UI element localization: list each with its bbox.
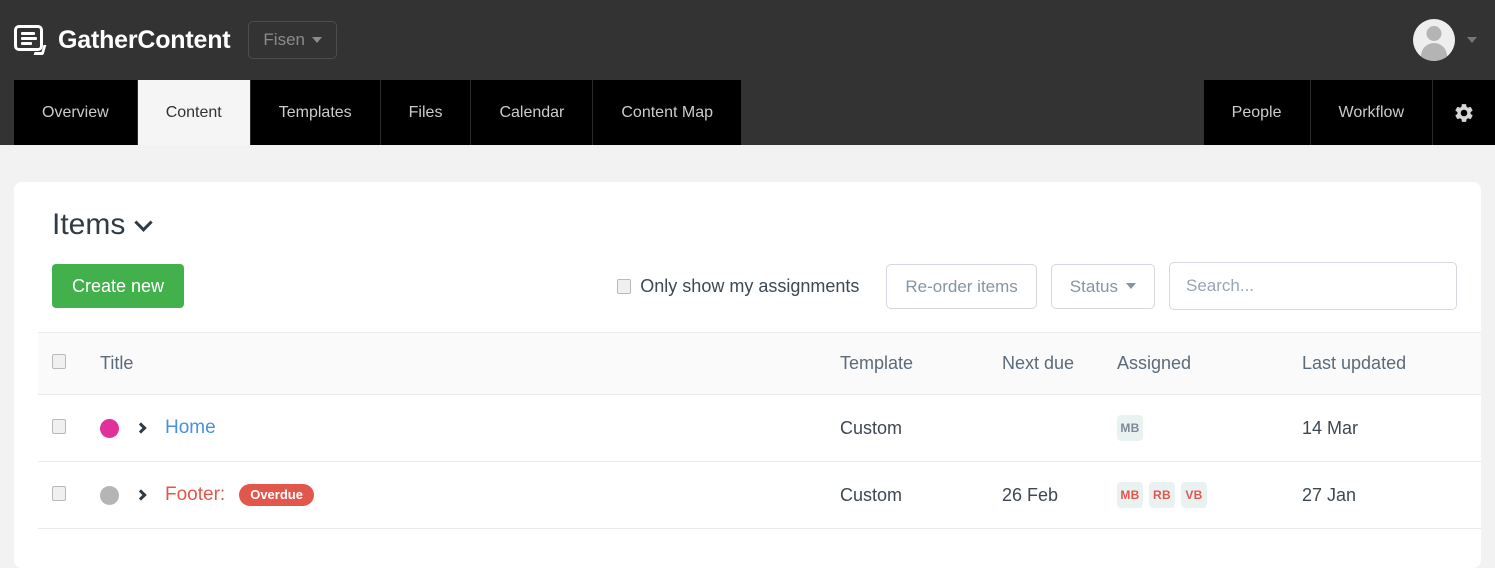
item-title-link[interactable]: Home xyxy=(165,417,216,439)
row-assigned-cell: MB xyxy=(1117,394,1302,462)
items-table-header: Title Template Next due Assigned Last up… xyxy=(38,332,1481,395)
row-title-cell: Home xyxy=(100,394,840,462)
status-filter-label: Status xyxy=(1069,276,1118,296)
gathercontent-logo-icon xyxy=(14,24,47,56)
nav-tab-settings[interactable] xyxy=(1433,80,1495,145)
status-dot xyxy=(100,485,119,505)
table-row[interactable]: Footer: Overdue Custom 26 Feb MB RB VB 2… xyxy=(38,461,1481,529)
nav-tab-templates[interactable]: Templates xyxy=(250,80,381,145)
brand-name: GatherContent xyxy=(58,25,231,54)
assignee-avatar[interactable]: VB xyxy=(1181,482,1207,508)
chevron-right-icon[interactable] xyxy=(135,489,147,501)
reorder-items-label: Re-order items xyxy=(905,276,1018,296)
nav-tab-calendar[interactable]: Calendar xyxy=(471,80,594,145)
column-header-title[interactable]: Title xyxy=(100,332,840,395)
row-select-cell xyxy=(38,461,100,529)
account-area xyxy=(1413,19,1477,61)
table-row[interactable]: Home Custom MB 14 Mar xyxy=(38,394,1481,462)
status-dot xyxy=(100,418,119,438)
chevron-down-icon xyxy=(134,212,154,232)
page-title: Items xyxy=(52,208,126,241)
table-header-row: Title Template Next due Assigned Last up… xyxy=(38,332,1481,395)
chevron-right-icon[interactable] xyxy=(135,422,147,434)
row-checkbox[interactable] xyxy=(52,418,66,434)
only-my-assignments-label[interactable]: Only show my assignments xyxy=(640,276,859,297)
primary-nav-group: Overview Content Templates Files Calenda… xyxy=(14,80,741,145)
create-new-button[interactable]: Create new xyxy=(52,264,185,308)
search-input[interactable] xyxy=(1169,262,1457,310)
user-avatar-icon[interactable] xyxy=(1413,19,1455,61)
nav-tab-overview[interactable]: Overview xyxy=(14,80,138,145)
row-title-cell: Footer: Overdue xyxy=(100,461,840,529)
reorder-items-button[interactable]: Re-order items xyxy=(886,263,1037,309)
item-title-link[interactable]: Footer: xyxy=(165,484,225,506)
status-filter-button[interactable]: Status xyxy=(1050,263,1155,309)
nav-tab-files[interactable]: Files xyxy=(380,80,472,145)
project-switcher-label: Fisen xyxy=(263,30,305,49)
nav-tab-workflow[interactable]: Workflow xyxy=(1310,80,1433,145)
nav-tab-people[interactable]: People xyxy=(1203,80,1311,145)
page-content-area: Items Create new Only show my assignment… xyxy=(0,145,1495,568)
select-all-header xyxy=(38,332,100,395)
account-menu-caret-icon[interactable] xyxy=(1467,37,1477,43)
row-template-cell: Custom xyxy=(840,461,1002,529)
items-toolbar: Create new Only show my assignments Re-o… xyxy=(38,240,1457,310)
assignee-avatar[interactable]: MB xyxy=(1117,415,1143,441)
row-template-cell: Custom xyxy=(840,394,1002,462)
caret-down-icon xyxy=(311,37,322,43)
row-select-cell xyxy=(38,394,100,462)
items-table-body: Home Custom MB 14 Mar Footer: Overdue Cu… xyxy=(38,394,1481,529)
row-last-updated-cell: 27 Jan xyxy=(1302,461,1481,529)
row-last-updated-cell: 14 Mar xyxy=(1302,394,1481,462)
column-header-next-due[interactable]: Next due xyxy=(1002,332,1117,395)
project-switcher-button[interactable]: Fisen xyxy=(248,21,337,59)
nav-tab-content[interactable]: Content xyxy=(137,80,251,145)
toolbar-controls: Only show my assignments Re-order items … xyxy=(617,262,1457,310)
items-card: Items Create new Only show my assignment… xyxy=(14,182,1481,568)
row-assigned-cell: MB RB VB xyxy=(1117,461,1302,529)
top-bar: GatherContent Fisen xyxy=(0,0,1495,80)
only-my-assignments-checkbox[interactable] xyxy=(617,278,632,294)
column-header-template[interactable]: Template xyxy=(840,332,1002,395)
brand-logo[interactable]: GatherContent xyxy=(14,24,231,56)
assignee-avatar[interactable]: RB xyxy=(1149,482,1175,508)
select-all-checkbox[interactable] xyxy=(52,354,66,369)
column-header-last-updated[interactable]: Last updated xyxy=(1302,332,1481,395)
gear-icon xyxy=(1453,102,1475,124)
main-navigation: Overview Content Templates Files Calenda… xyxy=(0,80,1495,145)
row-next-due-cell: 26 Feb xyxy=(1002,461,1117,529)
assignee-avatar[interactable]: MB xyxy=(1117,482,1143,508)
caret-down-icon xyxy=(1126,283,1136,289)
row-next-due-cell xyxy=(1002,394,1117,462)
items-table: Title Template Next due Assigned Last up… xyxy=(38,332,1481,529)
only-my-assignments-filter[interactable]: Only show my assignments xyxy=(617,276,859,297)
page-title-dropdown[interactable]: Items xyxy=(38,182,154,241)
row-checkbox[interactable] xyxy=(52,485,66,501)
column-header-assigned[interactable]: Assigned xyxy=(1117,332,1302,395)
status-badge: Overdue xyxy=(239,484,314,506)
nav-tab-content-map[interactable]: Content Map xyxy=(593,80,741,145)
secondary-nav-group: People Workflow xyxy=(1203,80,1495,145)
